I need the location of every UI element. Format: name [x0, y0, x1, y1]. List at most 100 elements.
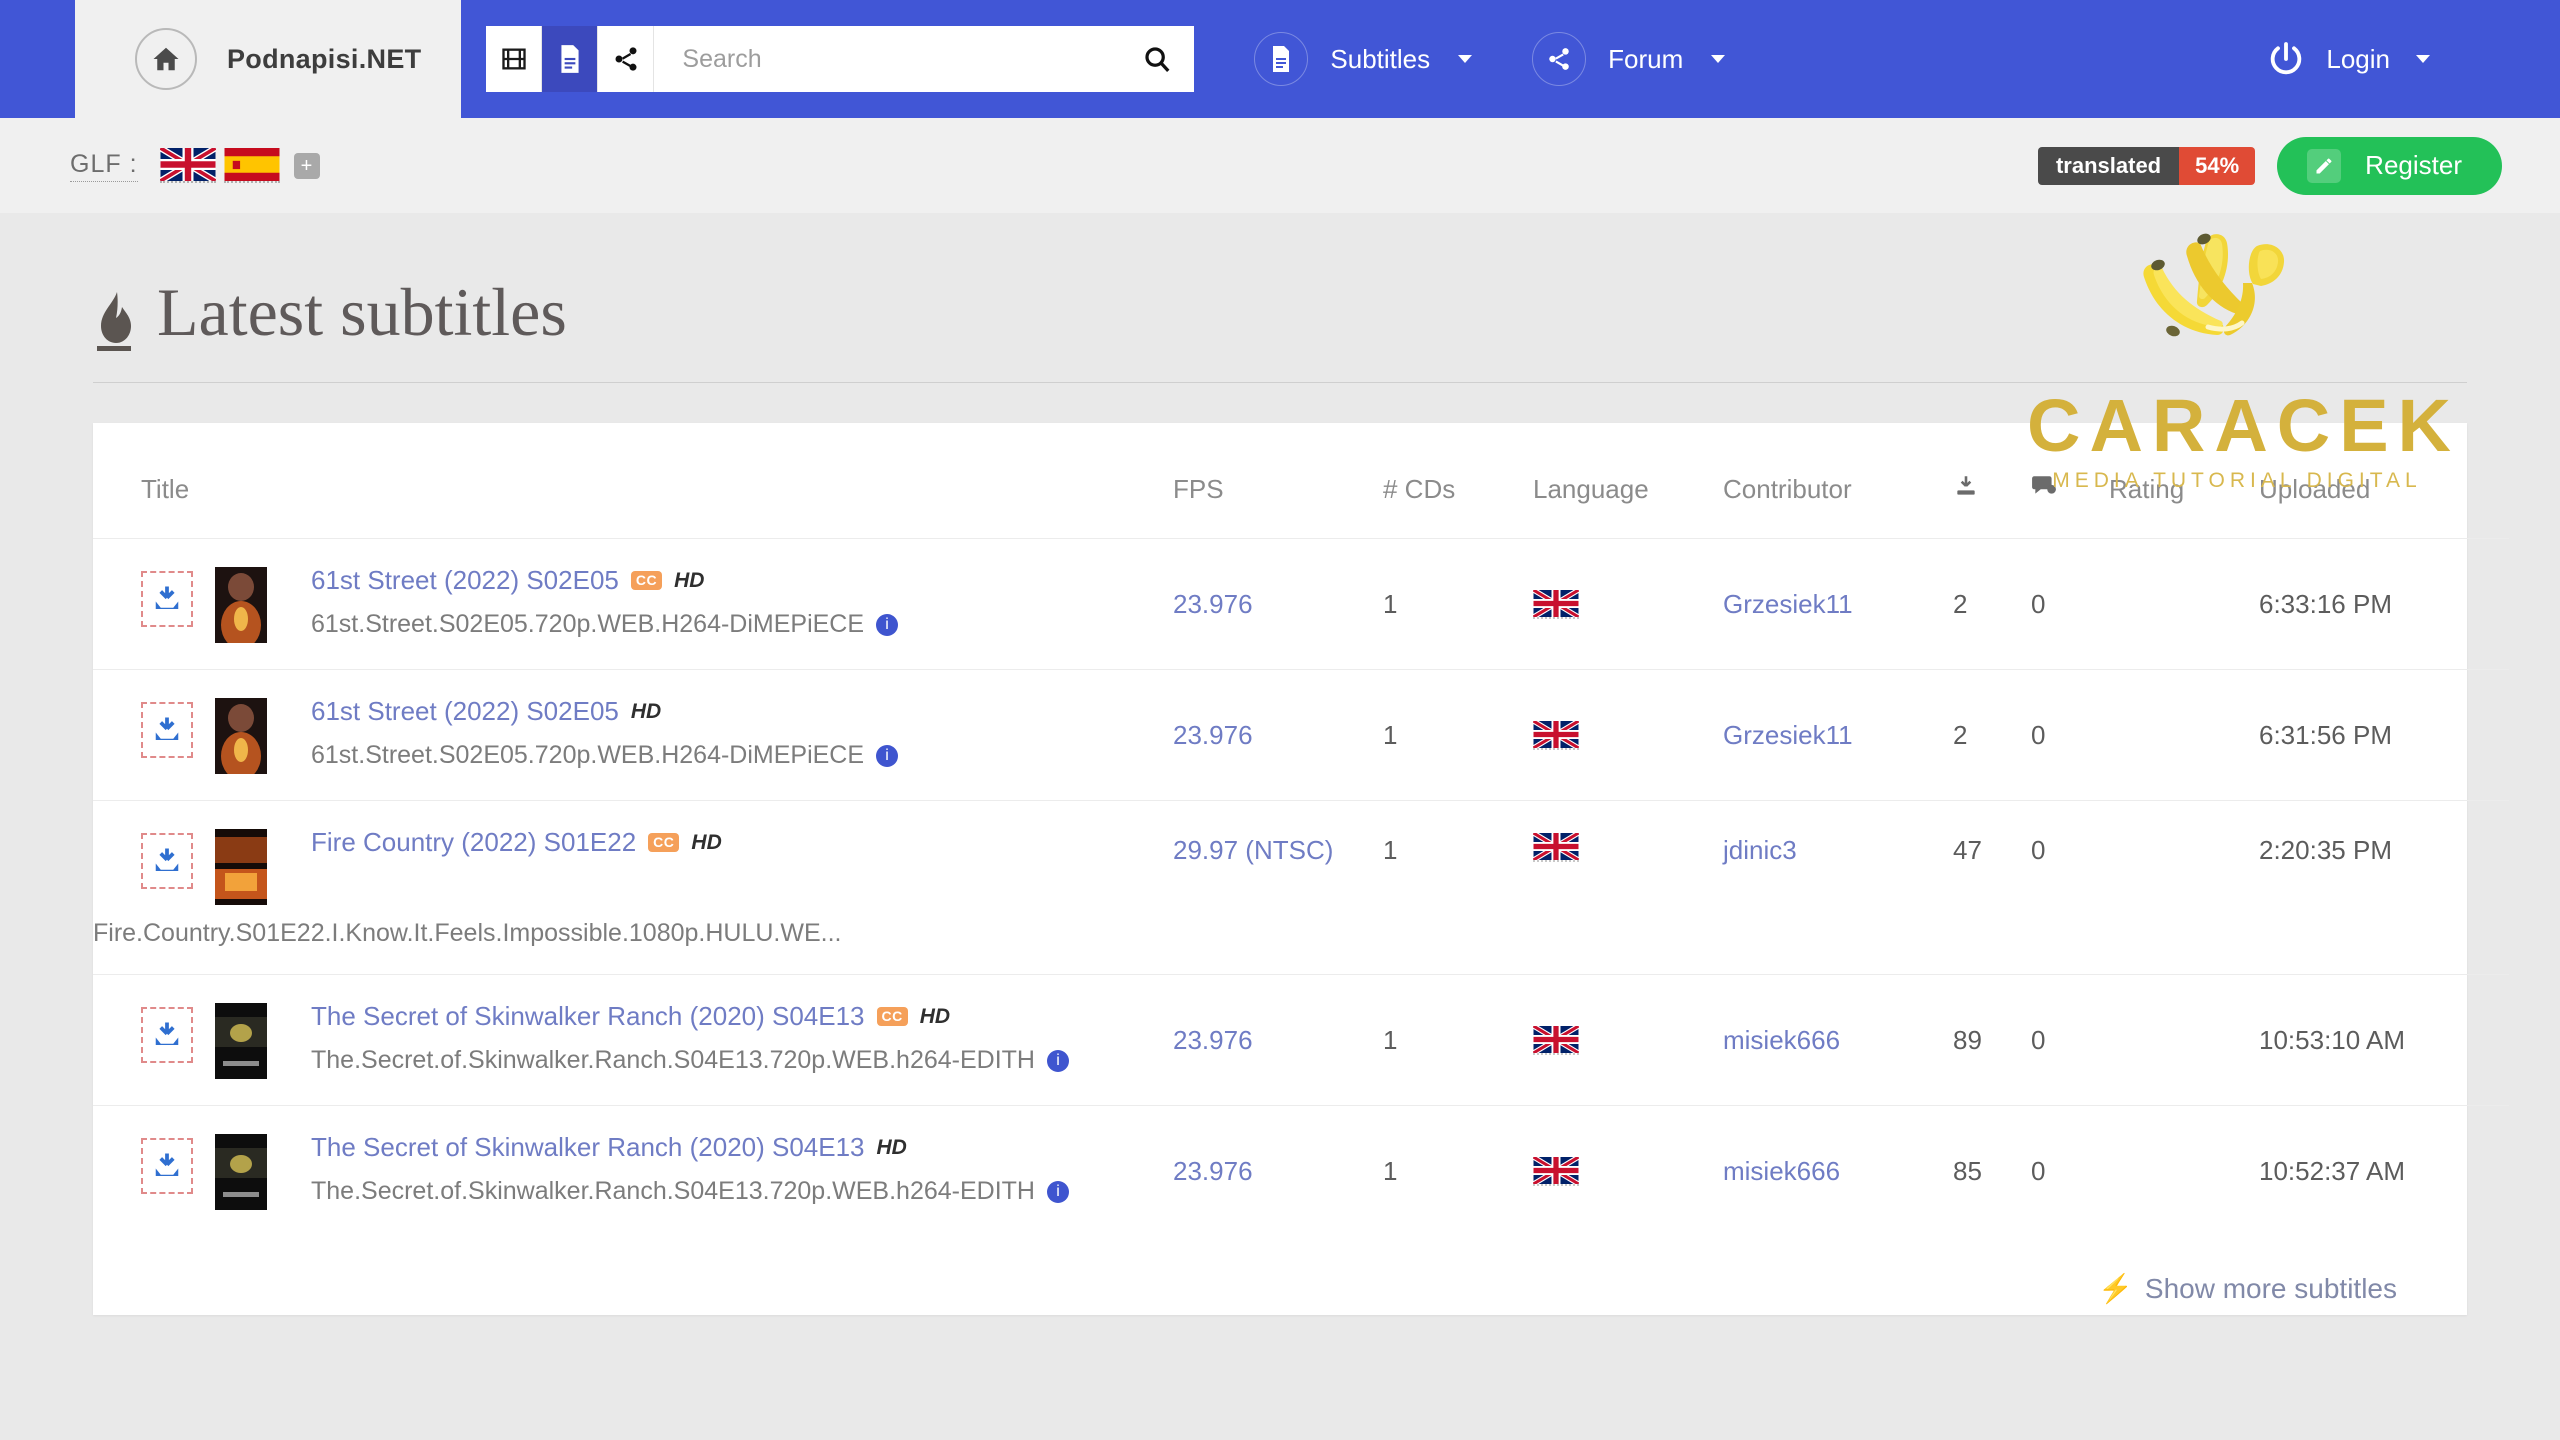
- spain-flag[interactable]: [223, 148, 280, 183]
- title-texts: The Secret of Skinwalker Ranch (2020) S0…: [289, 1132, 1069, 1206]
- column-header-uploaded[interactable]: Uploaded: [2259, 423, 2509, 539]
- cds-value: 1: [1383, 1024, 1398, 1055]
- power-icon: [2266, 39, 2306, 79]
- poster-thumbnail[interactable]: [215, 698, 267, 774]
- release-name: The.Secret.of.Skinwalker.Ranch.S04E13.72…: [311, 1177, 1035, 1205]
- column-header-contributor[interactable]: Contributor: [1723, 423, 1953, 539]
- subtitle-title-link[interactable]: The Secret of Skinwalker Ranch (2020) S0…: [311, 1132, 865, 1163]
- release-name: 61st.Street.S02E05.720p.WEB.H264-DiMEPiE…: [311, 741, 865, 769]
- release-name: Fire.Country.S01E22.I.Know.It.Feels.Impo…: [93, 919, 842, 947]
- search-icon[interactable]: [1142, 44, 1172, 74]
- subtitle-title-row: Fire Country (2022) S01E22 CC HD: [311, 827, 722, 858]
- status-badge[interactable]: translated 54%: [2037, 146, 2256, 185]
- language-bar: GLF : + translated 54% Register: [0, 118, 2560, 213]
- document-icon: [1254, 32, 1309, 86]
- table-row[interactable]: 61st Street (2022) S02E05 HD 61st.Street…: [93, 669, 2509, 801]
- page-body: CARACEK MEDIA TUTORIAL DIGITAL Latest su…: [0, 213, 2560, 1440]
- subtitle-title-row: The Secret of Skinwalker Ranch (2020) S0…: [311, 1001, 1069, 1032]
- show-more-label: Show more subtitles: [2144, 1272, 2397, 1304]
- comments-count: 0: [2031, 1155, 2046, 1186]
- nav-item-forum-label: Forum: [1608, 43, 1684, 74]
- download-button[interactable]: [141, 1138, 193, 1194]
- download-button[interactable]: [141, 833, 193, 889]
- contributor-link[interactable]: Grzesiek11: [1723, 589, 1853, 619]
- united-kingdom-flag[interactable]: [158, 145, 217, 184]
- column-header-title[interactable]: Title: [93, 423, 1173, 539]
- contributor-link[interactable]: jdinic3: [1723, 835, 1797, 865]
- info-icon[interactable]: i: [876, 744, 899, 767]
- brand-block[interactable]: Podnapisi.NET: [75, 0, 462, 118]
- release-name-row: The.Secret.of.Skinwalker.Ranch.S04E13.72…: [311, 1177, 1069, 1206]
- home-icon[interactable]: [135, 28, 197, 90]
- nav-item-forum[interactable]: Forum: [1532, 32, 1726, 86]
- download-button[interactable]: [141, 1007, 193, 1063]
- table-body: 61st Street (2022) S02E05 CC HD 61st.Str…: [93, 538, 2509, 1237]
- table-header: Title FPS # CDs Language Contributor Rat…: [93, 423, 2509, 539]
- poster-thumbnail[interactable]: [215, 1134, 267, 1210]
- cds-value: 1: [1383, 588, 1398, 619]
- contributor-link[interactable]: misiek666: [1723, 1025, 1840, 1055]
- united-kingdom-flag[interactable]: [1532, 587, 1580, 619]
- film-icon[interactable]: [486, 26, 543, 92]
- uploaded-time: 6:33:16 PM: [2259, 588, 2392, 619]
- show-more-subtitles-link[interactable]: ⚡ Show more subtitles: [93, 1236, 2467, 1305]
- release-name: The.Secret.of.Skinwalker.Ranch.S04E13.72…: [311, 1046, 1035, 1074]
- add-language-button[interactable]: +: [293, 152, 320, 179]
- release-name-row: The.Secret.of.Skinwalker.Ranch.S04E13.72…: [311, 1046, 1069, 1075]
- comments-count: 0: [2031, 1024, 2046, 1055]
- nav-item-subtitles[interactable]: Subtitles: [1254, 32, 1473, 86]
- table-row[interactable]: The Secret of Skinwalker Ranch (2020) S0…: [93, 974, 2509, 1106]
- info-icon[interactable]: i: [1046, 1180, 1069, 1203]
- column-header-language[interactable]: Language: [1533, 423, 1723, 539]
- download-icon[interactable]: [1953, 423, 2031, 539]
- share-icon[interactable]: [598, 26, 655, 92]
- subtitle-title-link[interactable]: The Secret of Skinwalker Ranch (2020) S0…: [311, 1001, 865, 1032]
- flame-icon: [93, 290, 135, 352]
- register-button[interactable]: Register: [2277, 136, 2502, 195]
- contributor-link[interactable]: Grzesiek11: [1723, 720, 1853, 750]
- table-row[interactable]: The Secret of Skinwalker Ranch (2020) S0…: [93, 1105, 2509, 1237]
- comments-count: 0: [2031, 719, 2046, 750]
- comment-icon[interactable]: [2031, 423, 2109, 539]
- brand-name: Podnapisi.NET: [227, 43, 422, 74]
- subtitle-title-link[interactable]: 61st Street (2022) S02E05: [311, 565, 619, 596]
- contributor-link[interactable]: misiek666: [1723, 1156, 1840, 1186]
- fps-value: 23.976: [1173, 1155, 1253, 1186]
- document-icon[interactable]: [542, 26, 599, 92]
- download-button[interactable]: [141, 571, 193, 627]
- page-title-text: Latest subtitles: [157, 274, 567, 350]
- column-header-cds[interactable]: # CDs: [1383, 423, 1533, 539]
- subtitle-title-link[interactable]: 61st Street (2022) S02E05: [311, 696, 619, 727]
- info-icon[interactable]: i: [876, 613, 899, 636]
- united-kingdom-flag[interactable]: [1532, 830, 1580, 863]
- poster-thumbnail[interactable]: [215, 567, 267, 643]
- table-row[interactable]: 61st Street (2022) S02E05 CC HD 61st.Str…: [93, 538, 2509, 670]
- info-icon[interactable]: i: [1046, 1049, 1069, 1072]
- united-kingdom-flag[interactable]: [1532, 1154, 1580, 1186]
- title-texts: 61st Street (2022) S02E05 HD 61st.Street…: [289, 696, 899, 770]
- poster-thumbnail[interactable]: [215, 1003, 267, 1079]
- downloads-count: 47: [1953, 835, 1982, 865]
- search-group: [486, 26, 1195, 92]
- title-divider: [93, 382, 2467, 383]
- table-row[interactable]: Fire Country (2022) S01E22 CC HD Fire.Co…: [93, 800, 2509, 975]
- subtitle-title-row: The Secret of Skinwalker Ranch (2020) S0…: [311, 1132, 1069, 1163]
- release-name: 61st.Street.S02E05.720p.WEB.H264-DiMEPiE…: [311, 610, 865, 638]
- comments-count: 0: [2031, 835, 2046, 865]
- search-input[interactable]: [682, 44, 1143, 74]
- united-kingdom-flag[interactable]: [1532, 1023, 1580, 1055]
- poster-thumbnail[interactable]: [215, 829, 267, 905]
- download-button[interactable]: [141, 702, 193, 758]
- fps-value: 23.976: [1173, 1024, 1253, 1055]
- uploaded-time: 2:20:35 PM: [2259, 835, 2392, 865]
- page-title: Latest subtitles: [65, 213, 2495, 352]
- united-kingdom-flag[interactable]: [1532, 718, 1580, 750]
- glf-label[interactable]: GLF :: [70, 150, 138, 182]
- language-flags: +: [158, 145, 320, 184]
- subtitle-title-link[interactable]: Fire Country (2022) S01E22: [311, 827, 636, 858]
- column-header-fps[interactable]: FPS: [1173, 423, 1383, 539]
- search-field[interactable]: [654, 26, 1195, 92]
- nav-account[interactable]: Login: [2266, 39, 2430, 79]
- column-header-rating[interactable]: Rating: [2109, 423, 2259, 539]
- translated-label: translated: [2037, 146, 2180, 185]
